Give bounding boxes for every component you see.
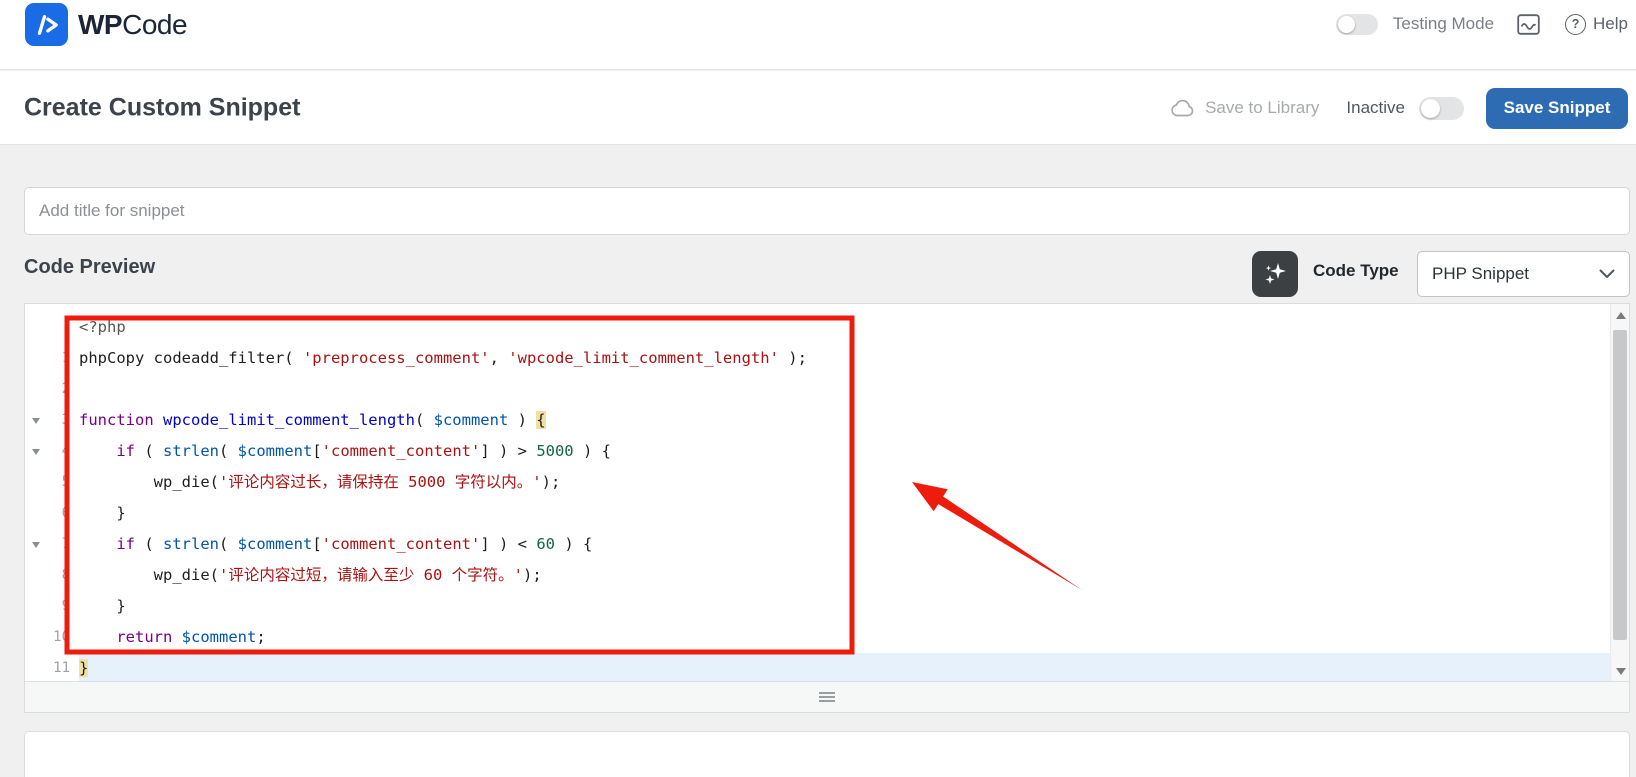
help-label: Help <box>1593 14 1628 33</box>
page-title: Create Custom Snippet <box>24 93 301 121</box>
help-button[interactable]: ? Help <box>1565 13 1628 35</box>
code-line-text[interactable]: if ( strlen( $comment['comment_content']… <box>79 529 1610 560</box>
code-line-text[interactable]: } <box>79 653 1610 682</box>
line-gutter: 10 <box>25 622 79 653</box>
code-line[interactable]: 10 return $comment; <box>25 622 1610 653</box>
status-toggle[interactable] <box>1419 96 1464 120</box>
line-gutter: 2 <box>25 374 79 405</box>
wpcode-logo-icon <box>25 3 68 46</box>
line-gutter: 3 <box>25 405 79 436</box>
line-gutter: 9 <box>25 591 79 622</box>
toggle-knob <box>1421 98 1440 118</box>
line-gutter: 8 <box>25 560 79 591</box>
line-gutter: 1 <box>25 343 79 374</box>
line-number: 10 <box>53 629 70 645</box>
line-number: 11 <box>53 660 70 676</box>
code-line[interactable]: 7 if ( strlen( $comment['comment_content… <box>25 529 1610 560</box>
code-line[interactable]: 11} <box>25 653 1610 682</box>
line-gutter: 6 <box>25 498 79 529</box>
code-type-value: PHP Snippet <box>1432 264 1530 283</box>
brand-text: WPCode <box>78 8 188 40</box>
status-label: Inactive <box>1346 98 1405 117</box>
code-line[interactable]: 5 wp_die('评论内容过长，请保持在 5000 字符以内。'); <box>25 467 1610 498</box>
code-line-text[interactable]: if ( strlen( $comment['comment_content']… <box>79 436 1610 467</box>
code-line[interactable]: 2 <box>25 374 1610 405</box>
insertion-panel <box>24 731 1630 777</box>
testing-mode-label: Testing Mode <box>1392 14 1495 33</box>
line-number: 2 <box>61 381 70 397</box>
code-type-label: Code Type <box>1313 261 1399 280</box>
cloud-icon <box>1171 99 1194 117</box>
wpcode-app: WPCode Testing Mode ? Help Create Custom… <box>0 0 1636 777</box>
page-header: Create Custom Snippet Save to Library In… <box>0 71 1636 145</box>
scrollbar-thumb[interactable] <box>1613 330 1627 640</box>
code-line[interactable]: 6 } <box>25 498 1610 529</box>
code-line[interactable]: <?php <box>25 312 1610 343</box>
line-number: 6 <box>61 505 70 521</box>
line-number: 8 <box>61 567 70 583</box>
line-number: 1 <box>61 350 70 366</box>
code-line-text[interactable]: wp_die('评论内容过短，请输入至少 60 个字符。'); <box>79 560 1610 591</box>
code-line[interactable]: 3 function wpcode_limit_comment_length( $… <box>25 405 1610 436</box>
help-icon: ? <box>1565 13 1587 35</box>
code-type-select[interactable]: PHP Snippet <box>1417 251 1630 297</box>
code-line-text[interactable]: } <box>79 591 1610 622</box>
code-line-text[interactable]: phpCopy codeadd_filter( 'preprocess_comm… <box>79 343 1610 374</box>
code-line[interactable]: 4 if ( strlen( $comment['comment_content… <box>25 436 1610 467</box>
save-to-library-label: Save to Library <box>1205 98 1320 117</box>
line-number: 9 <box>61 598 70 614</box>
code-line[interactable]: 8 wp_die('评论内容过短，请输入至少 60 个字符。'); <box>25 560 1610 591</box>
fold-arrow-icon[interactable] <box>32 449 40 455</box>
line-number: 5 <box>61 474 70 490</box>
code-line[interactable]: 1 phpCopy codeadd_filter( 'preprocess_com… <box>25 343 1610 374</box>
scroll-down-icon[interactable] <box>1611 662 1630 680</box>
ai-generate-button[interactable] <box>1252 251 1298 297</box>
code-line-text[interactable]: return $comment; <box>79 622 1610 653</box>
code-preview-heading: Code Preview <box>24 256 156 278</box>
save-snippet-button[interactable]: Save Snippet <box>1486 87 1628 129</box>
line-gutter: 11 <box>25 653 79 682</box>
code-line[interactable]: 9 } <box>25 591 1610 622</box>
code-editor-lines[interactable]: <?php 1 phpCopy codeadd_filter( 'preproces… <box>25 304 1610 682</box>
code-line-text[interactable]: <?php <box>79 312 1610 343</box>
line-gutter <box>25 312 79 343</box>
code-line-text[interactable]: function wpcode_limit_comment_length( $c… <box>79 405 1610 436</box>
fold-arrow-icon[interactable] <box>32 418 40 424</box>
resize-handle-icon <box>819 696 835 698</box>
notifications-icon[interactable] <box>1517 13 1540 35</box>
wpcode-logo: WPCode <box>25 3 188 46</box>
topbar: WPCode Testing Mode ? Help <box>0 0 1636 70</box>
editor-resize-handle[interactable] <box>25 681 1629 712</box>
code-editor[interactable]: <?php 1 phpCopy codeadd_filter( 'preproces… <box>24 303 1630 713</box>
scroll-up-icon[interactable] <box>1611 306 1630 324</box>
toggle-knob <box>1337 15 1355 33</box>
testing-mode-toggle[interactable] <box>1335 13 1378 35</box>
code-line-text[interactable] <box>79 374 1610 405</box>
snippet-title-input[interactable] <box>24 187 1630 235</box>
topbar-actions: Testing Mode ? Help <box>1335 0 1628 48</box>
save-to-library-button[interactable]: Save to Library <box>1170 98 1319 118</box>
line-gutter: 4 <box>25 436 79 467</box>
ai-sparkles-icon <box>1265 263 1286 284</box>
page-header-actions: Save to Library Inactive Save Snippet <box>1170 71 1628 145</box>
chevron-down-icon <box>1599 264 1615 284</box>
line-gutter: 7 <box>25 529 79 560</box>
code-line-text[interactable]: wp_die('评论内容过长，请保持在 5000 字符以内。'); <box>79 467 1610 498</box>
fold-arrow-icon[interactable] <box>32 542 40 548</box>
code-line-text[interactable]: } <box>79 498 1610 529</box>
editor-vertical-scrollbar[interactable] <box>1610 304 1629 682</box>
line-gutter: 5 <box>25 467 79 498</box>
